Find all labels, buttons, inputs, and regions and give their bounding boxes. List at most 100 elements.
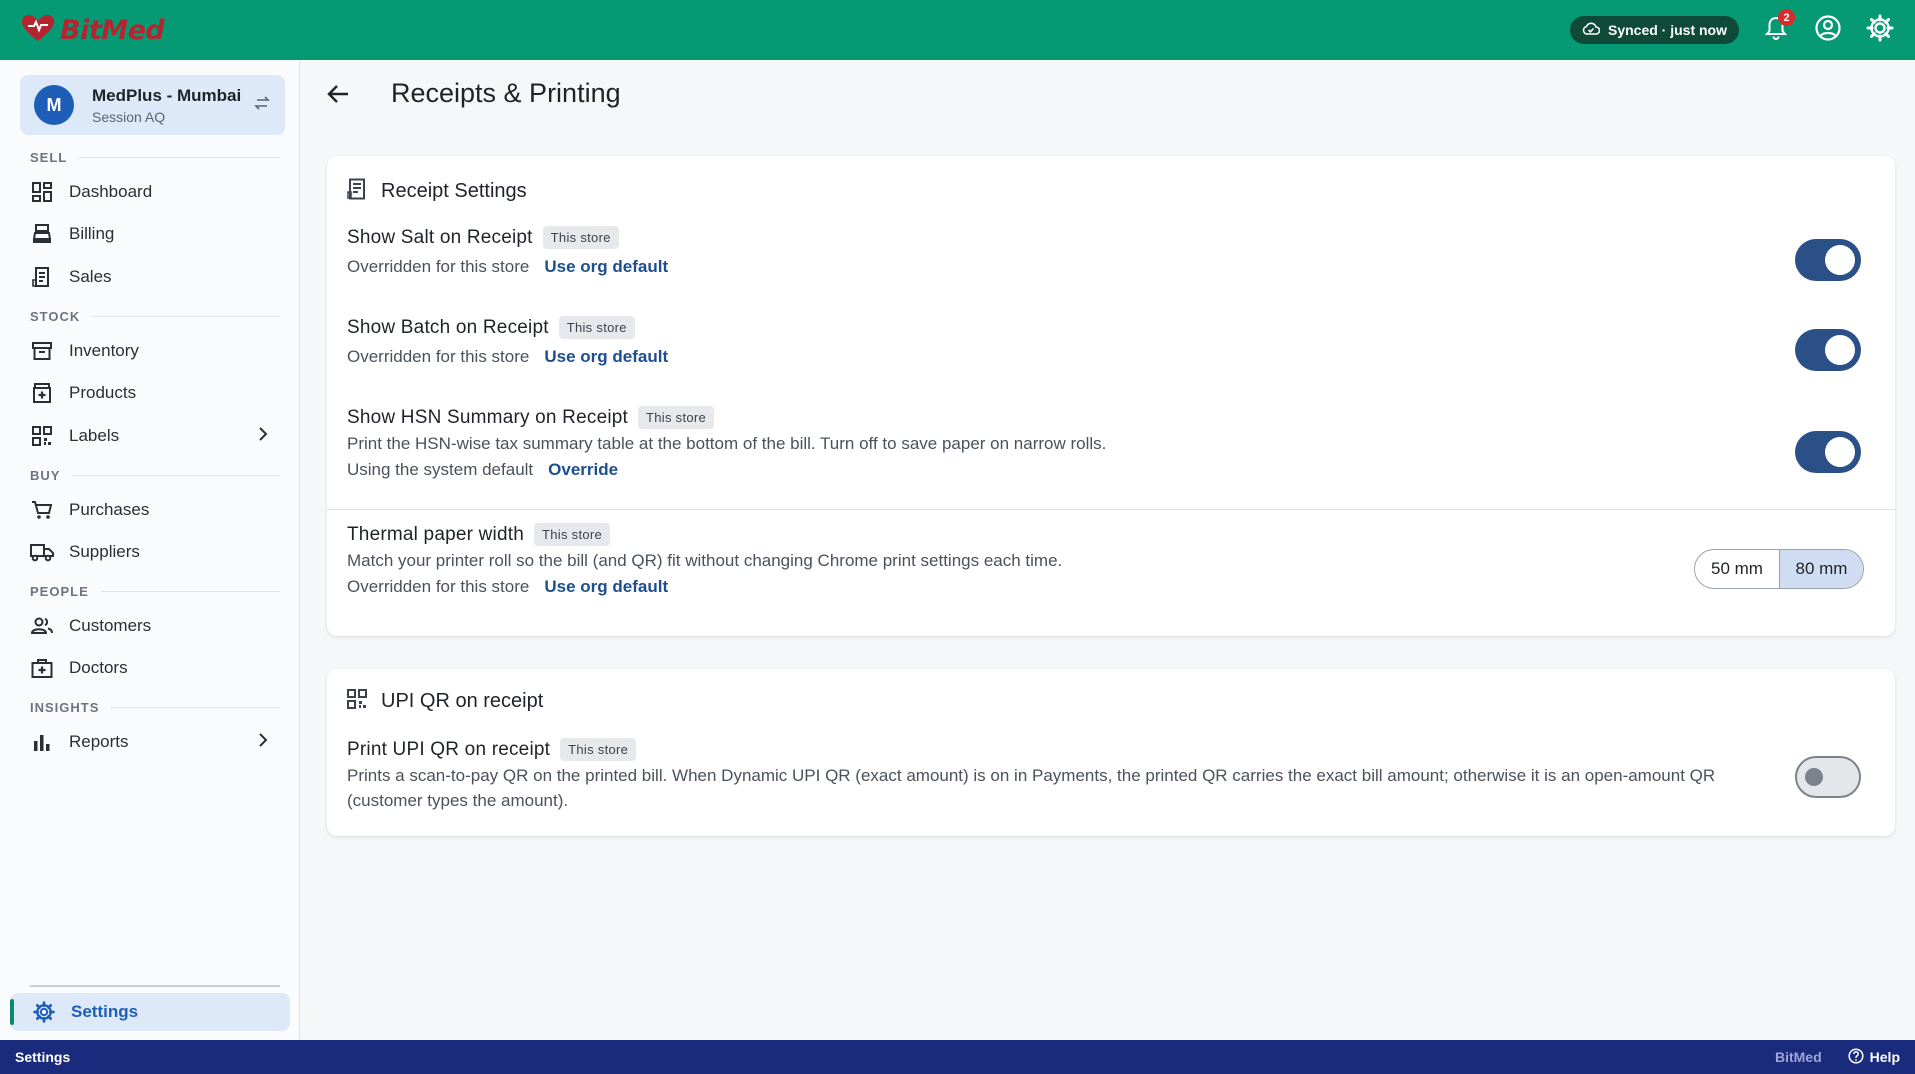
sidebar-item-label: Purchases — [69, 500, 150, 519]
show-salt-toggle[interactable] — [1795, 239, 1861, 281]
help-button[interactable]: Help — [1848, 1047, 1900, 1067]
gear-icon — [1866, 14, 1894, 47]
sidebar-item-products[interactable]: Products — [30, 375, 280, 411]
sidebar-item-suppliers[interactable]: Suppliers — [30, 534, 280, 570]
show-batch-toggle[interactable] — [1795, 329, 1861, 371]
setting-show-batch: Show Batch on Receipt This store Overrid… — [347, 316, 1847, 367]
swap-arrows-icon — [253, 95, 271, 116]
setting-show-salt: Show Salt on Receipt This store Overridd… — [347, 226, 1847, 277]
setting-print-upi-qr: Print UPI QR on receipt This store Print… — [347, 738, 1747, 813]
setting-title: Show Batch on Receipt — [347, 316, 549, 338]
section-label-insights: INSIGHTS — [30, 700, 100, 715]
section-label-buy: BUY — [30, 468, 61, 483]
sidebar-item-label: Dashboard — [69, 182, 153, 201]
sidebar-item-label: Suppliers — [69, 542, 140, 561]
scope-chip: This store — [560, 738, 637, 761]
settings-button[interactable] — [1865, 14, 1895, 47]
sidebar-item-purchases[interactable]: Purchases — [30, 492, 280, 528]
sidebar-item-reports[interactable]: Reports — [30, 724, 280, 760]
help-label: Help — [1869, 1049, 1900, 1065]
sidebar-item-label: Settings — [71, 1002, 139, 1021]
sidebar-item-label: Products — [69, 383, 137, 402]
setting-description: Match your printer roll so the bill (and… — [347, 551, 1063, 570]
section-insights: INSIGHTS — [30, 700, 280, 715]
truck-icon — [30, 540, 54, 564]
app-logo[interactable]: BitMed — [20, 13, 165, 48]
section-label-people: PEOPLE — [30, 584, 89, 599]
archive-box-icon — [30, 339, 54, 363]
card-title: Receipt Settings — [381, 180, 527, 202]
setting-description: Prints a scan-to-pay QR on the printed b… — [347, 766, 1716, 810]
section-buy: BUY — [30, 468, 280, 483]
section-stock: STOCK — [30, 309, 280, 324]
back-button[interactable] — [322, 80, 354, 112]
dashboard-icon — [30, 180, 54, 204]
sidebar-item-doctors[interactable]: Doctors — [30, 650, 280, 686]
register-icon — [30, 222, 54, 246]
scope-chip: This store — [638, 406, 715, 429]
store-session: Session AQ — [92, 108, 166, 125]
card-divider — [327, 509, 1895, 510]
toggle-knob — [1825, 245, 1855, 275]
notification-count-badge: 2 — [1778, 9, 1795, 26]
setting-show-hsn-summary: Show HSN Summary on Receipt This store P… — [347, 406, 1847, 480]
scope-chip: This store — [542, 226, 619, 249]
print-upi-qr-toggle[interactable] — [1795, 756, 1861, 798]
notifications-button[interactable]: 2 — [1761, 9, 1795, 45]
sidebar-item-sales[interactable]: Sales — [30, 259, 280, 295]
sidebar-item-label: Sales — [69, 267, 112, 286]
section-people: PEOPLE — [30, 584, 280, 599]
override-status: Overridden for this store — [347, 577, 530, 596]
toggle-knob — [1825, 335, 1855, 365]
paper-width-option-80mm[interactable]: 80 mm — [1779, 550, 1863, 588]
chevron-right-icon — [258, 732, 268, 752]
brand-name: BitMed — [60, 14, 165, 46]
sidebar-item-billing[interactable]: Billing — [30, 216, 280, 252]
toggle-knob — [1805, 768, 1823, 786]
sidebar-item-customers[interactable]: Customers — [30, 608, 280, 644]
paper-width-option-50mm[interactable]: 50 mm — [1695, 550, 1779, 588]
section-label-sell: SELL — [30, 150, 68, 165]
cloud-check-icon — [1582, 22, 1601, 39]
toggle-knob — [1825, 437, 1855, 467]
sync-status-text: Synced · just now — [1607, 22, 1727, 38]
sidebar-item-labels[interactable]: Labels — [30, 418, 280, 454]
cart-icon — [30, 498, 54, 522]
receipt-icon — [30, 265, 54, 289]
setting-title: Print UPI QR on receipt — [347, 738, 551, 760]
sidebar-item-settings[interactable]: Settings — [10, 993, 290, 1031]
help-circle-icon — [1848, 1047, 1864, 1067]
active-indicator — [10, 999, 14, 1025]
qr-code-icon — [347, 689, 367, 714]
section-label-stock: STOCK — [30, 309, 81, 324]
status-brand: BitMed — [1774, 1049, 1822, 1065]
arrow-left-icon — [327, 84, 349, 109]
bar-chart-icon — [30, 730, 54, 754]
account-button[interactable] — [1813, 14, 1843, 47]
override-status: Overridden for this store — [347, 347, 530, 366]
sidebar-item-dashboard[interactable]: Dashboard — [30, 174, 280, 210]
override-link[interactable]: Override — [548, 460, 618, 480]
user-circle-icon — [1814, 14, 1842, 47]
top-bar: BitMed Synced · just now 2 — [0, 0, 1915, 60]
receipt-icon — [347, 178, 367, 205]
store-name: MedPlus - Mumbai — [92, 85, 242, 105]
sidebar-item-label: Customers — [69, 616, 152, 635]
show-hsn-summary-toggle[interactable] — [1795, 431, 1861, 473]
scope-chip: This store — [534, 523, 611, 546]
sidebar-item-label: Labels — [69, 426, 120, 445]
sync-status-pill[interactable]: Synced · just now — [1569, 16, 1739, 44]
default-status: Using the system default — [347, 460, 534, 479]
chevron-right-icon — [258, 426, 268, 446]
sidebar-item-inventory[interactable]: Inventory — [30, 333, 280, 369]
use-org-default-link[interactable]: Use org default — [544, 347, 668, 367]
card-header: UPI QR on receipt — [347, 689, 543, 714]
store-switcher[interactable]: M MedPlus - Mumbai Session AQ — [20, 75, 285, 135]
sidebar-item-label: Inventory — [69, 341, 139, 360]
use-org-default-link[interactable]: Use org default — [544, 577, 668, 597]
setting-description: Print the HSN-wise tax summary table at … — [347, 434, 1107, 453]
medical-bag-icon — [30, 656, 54, 680]
use-org-default-link[interactable]: Use org default — [544, 257, 668, 277]
upi-qr-card: UPI QR on receipt Print UPI QR on receip… — [327, 669, 1895, 836]
receipt-settings-card: Receipt Settings Show Salt on Receipt Th… — [327, 156, 1895, 636]
